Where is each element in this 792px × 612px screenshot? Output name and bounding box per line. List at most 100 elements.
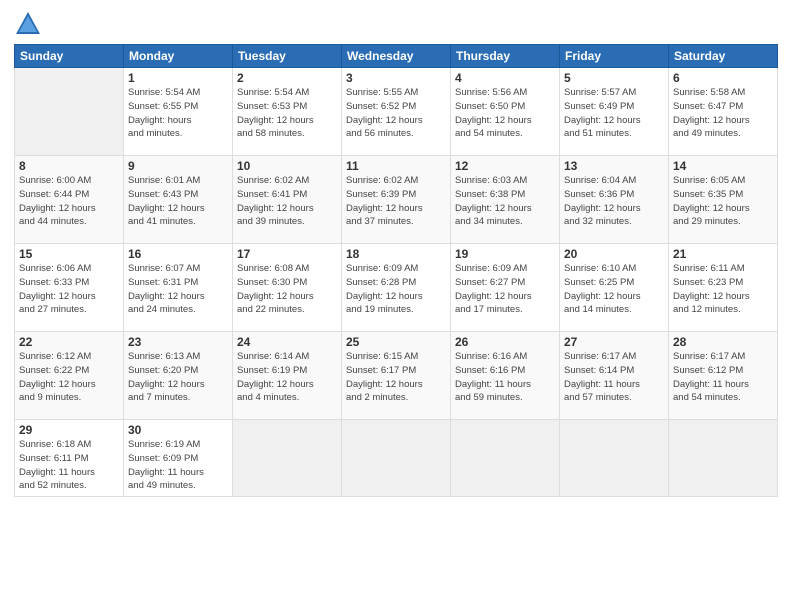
calendar-cell [560, 420, 669, 497]
day-info: Sunrise: 6:00 AMSunset: 6:44 PMDaylight:… [19, 175, 96, 227]
day-of-week-header: Friday [560, 45, 669, 68]
calendar-cell: 28 Sunrise: 6:17 AMSunset: 6:12 PMDayligh… [669, 332, 778, 420]
calendar-cell: 21Sunrise: 6:11 AMSunset: 6:23 PMDayligh… [669, 244, 778, 332]
calendar-cell: 5 Sunrise: 5:57 AMSunset: 6:49 PMDaylight… [560, 68, 669, 156]
day-info: Sunrise: 6:17 AMSunset: 6:12 PMDaylight:… [673, 351, 749, 403]
day-info: Sunrise: 5:54 AMSunset: 6:53 PMDaylight:… [237, 87, 314, 139]
calendar-cell: 27Sunrise: 6:17 AMSunset: 6:14 PMDayligh… [560, 332, 669, 420]
day-number: 12 [455, 159, 555, 173]
day-number: 23 [128, 335, 228, 349]
day-info: Sunrise: 6:09 AMSunset: 6:27 PMDaylight:… [455, 263, 532, 315]
day-info: Sunrise: 6:07 AMSunset: 6:31 PMDaylight:… [128, 263, 205, 315]
calendar-cell: 13 Sunrise: 6:04 AMSunset: 6:36 PMDayligh… [560, 156, 669, 244]
day-number: 9 [128, 159, 228, 173]
day-number: 16 [128, 247, 228, 261]
calendar-cell: 30Sunrise: 6:19 AMSunset: 6:09 PMDayligh… [124, 420, 233, 497]
calendar-cell: 4 Sunrise: 5:56 AMSunset: 6:50 PMDaylight… [451, 68, 560, 156]
day-number: 11 [346, 159, 446, 173]
calendar-cell: 12 Sunrise: 6:03 AMSunset: 6:38 PMDayligh… [451, 156, 560, 244]
calendar-cell: 2 Sunrise: 5:54 AMSunset: 6:53 PMDaylight… [233, 68, 342, 156]
calendar-week-row: 8 Sunrise: 6:00 AMSunset: 6:44 PMDaylight… [15, 156, 778, 244]
day-info: Sunrise: 6:09 AMSunset: 6:28 PMDaylight:… [346, 263, 423, 315]
day-info: Sunrise: 6:02 AMSunset: 6:39 PMDaylight:… [346, 175, 423, 227]
calendar-cell: 19 Sunrise: 6:09 AMSunset: 6:27 PMDayligh… [451, 244, 560, 332]
day-of-week-header: Wednesday [342, 45, 451, 68]
day-number: 1 [128, 71, 228, 85]
day-of-week-header: Saturday [669, 45, 778, 68]
day-info: Sunrise: 6:05 AMSunset: 6:35 PMDaylight:… [673, 175, 750, 227]
day-info: Sunrise: 6:14 AMSunset: 6:19 PMDaylight:… [237, 351, 314, 403]
calendar-cell [15, 68, 124, 156]
day-number: 14 [673, 159, 773, 173]
day-number: 5 [564, 71, 664, 85]
calendar-cell: 29 Sunrise: 6:18 AMSunset: 6:11 PMDayligh… [15, 420, 124, 497]
calendar-week-row: 22 Sunrise: 6:12 AMSunset: 6:22 PMDayligh… [15, 332, 778, 420]
day-info: Sunrise: 6:18 AMSunset: 6:11 PMDaylight:… [19, 439, 95, 491]
day-of-week-header: Monday [124, 45, 233, 68]
day-number: 13 [564, 159, 664, 173]
day-info: Sunrise: 6:16 AMSunset: 6:16 PMDaylight:… [455, 351, 531, 403]
day-info: Sunrise: 6:08 AMSunset: 6:30 PMDaylight:… [237, 263, 314, 315]
day-info: Sunrise: 6:17 AMSunset: 6:14 PMDaylight:… [564, 351, 640, 403]
day-info: Sunrise: 5:57 AMSunset: 6:49 PMDaylight:… [564, 87, 641, 139]
day-info: Sunrise: 6:11 AMSunset: 6:23 PMDaylight:… [673, 263, 750, 315]
day-number: 20 [564, 247, 664, 261]
calendar-week-row: 29 Sunrise: 6:18 AMSunset: 6:11 PMDayligh… [15, 420, 778, 497]
day-number: 8 [19, 159, 119, 173]
day-of-week-header: Tuesday [233, 45, 342, 68]
day-info: Sunrise: 6:10 AMSunset: 6:25 PMDaylight:… [564, 263, 641, 315]
calendar-cell: 26Sunrise: 6:16 AMSunset: 6:16 PMDayligh… [451, 332, 560, 420]
logo-icon [14, 10, 42, 38]
day-number: 6 [673, 71, 773, 85]
day-number: 22 [19, 335, 119, 349]
day-info: Sunrise: 6:19 AMSunset: 6:09 PMDaylight:… [128, 439, 204, 491]
calendar-cell: 3 Sunrise: 5:55 AMSunset: 6:52 PMDaylight… [342, 68, 451, 156]
day-number: 15 [19, 247, 119, 261]
calendar-cell: 18 Sunrise: 6:09 AMSunset: 6:28 PMDayligh… [342, 244, 451, 332]
calendar-week-row: 1 Sunrise: 5:54 AMSunset: 6:55 PMDaylight… [15, 68, 778, 156]
calendar-cell: 20 Sunrise: 6:10 AMSunset: 6:25 PMDayligh… [560, 244, 669, 332]
calendar-table: SundayMondayTuesdayWednesdayThursdayFrid… [14, 44, 778, 497]
day-info: Sunrise: 6:02 AMSunset: 6:41 PMDaylight:… [237, 175, 314, 227]
calendar-page: SundayMondayTuesdayWednesdayThursdayFrid… [0, 0, 792, 612]
day-info: Sunrise: 6:04 AMSunset: 6:36 PMDaylight:… [564, 175, 641, 227]
day-info: Sunrise: 6:01 AMSunset: 6:43 PMDaylight:… [128, 175, 205, 227]
day-info: Sunrise: 5:58 AMSunset: 6:47 PMDaylight:… [673, 87, 750, 139]
calendar-body: 1 Sunrise: 5:54 AMSunset: 6:55 PMDaylight… [15, 68, 778, 497]
calendar-cell: 15 Sunrise: 6:06 AMSunset: 6:33 PMDayligh… [15, 244, 124, 332]
calendar-cell: 25 Sunrise: 6:15 AMSunset: 6:17 PMDayligh… [342, 332, 451, 420]
day-number: 3 [346, 71, 446, 85]
day-info: Sunrise: 6:06 AMSunset: 6:33 PMDaylight:… [19, 263, 96, 315]
calendar-cell: 6 Sunrise: 5:58 AMSunset: 6:47 PMDaylight… [669, 68, 778, 156]
calendar-cell [451, 420, 560, 497]
calendar-cell: 24 Sunrise: 6:14 AMSunset: 6:19 PMDayligh… [233, 332, 342, 420]
header [14, 10, 778, 38]
day-info: Sunrise: 5:56 AMSunset: 6:50 PMDaylight:… [455, 87, 532, 139]
day-info: Sunrise: 6:03 AMSunset: 6:38 PMDaylight:… [455, 175, 532, 227]
day-info: Sunrise: 6:12 AMSunset: 6:22 PMDaylight:… [19, 351, 96, 403]
day-number: 24 [237, 335, 337, 349]
calendar-cell: 16 Sunrise: 6:07 AMSunset: 6:31 PMDayligh… [124, 244, 233, 332]
day-number: 10 [237, 159, 337, 173]
calendar-cell: 8 Sunrise: 6:00 AMSunset: 6:44 PMDaylight… [15, 156, 124, 244]
calendar-cell: 17Sunrise: 6:08 AMSunset: 6:30 PMDayligh… [233, 244, 342, 332]
day-info: Sunrise: 5:55 AMSunset: 6:52 PMDaylight:… [346, 87, 423, 139]
calendar-cell: 11 Sunrise: 6:02 AMSunset: 6:39 PMDayligh… [342, 156, 451, 244]
day-number: 28 [673, 335, 773, 349]
day-info: Sunrise: 5:54 AMSunset: 6:55 PMDaylight:… [128, 87, 200, 139]
calendar-cell: 14 Sunrise: 6:05 AMSunset: 6:35 PMDayligh… [669, 156, 778, 244]
day-of-week-header: Sunday [15, 45, 124, 68]
day-number: 29 [19, 423, 119, 437]
day-of-week-header: Thursday [451, 45, 560, 68]
calendar-cell: 1 Sunrise: 5:54 AMSunset: 6:55 PMDaylight… [124, 68, 233, 156]
day-info: Sunrise: 6:15 AMSunset: 6:17 PMDaylight:… [346, 351, 423, 403]
day-number: 18 [346, 247, 446, 261]
calendar-cell: 10 Sunrise: 6:02 AMSunset: 6:41 PMDayligh… [233, 156, 342, 244]
day-number: 2 [237, 71, 337, 85]
day-number: 25 [346, 335, 446, 349]
day-number: 19 [455, 247, 555, 261]
calendar-cell: 9 Sunrise: 6:01 AMSunset: 6:43 PMDaylight… [124, 156, 233, 244]
calendar-week-row: 15 Sunrise: 6:06 AMSunset: 6:33 PMDayligh… [15, 244, 778, 332]
calendar-cell [342, 420, 451, 497]
day-number: 4 [455, 71, 555, 85]
